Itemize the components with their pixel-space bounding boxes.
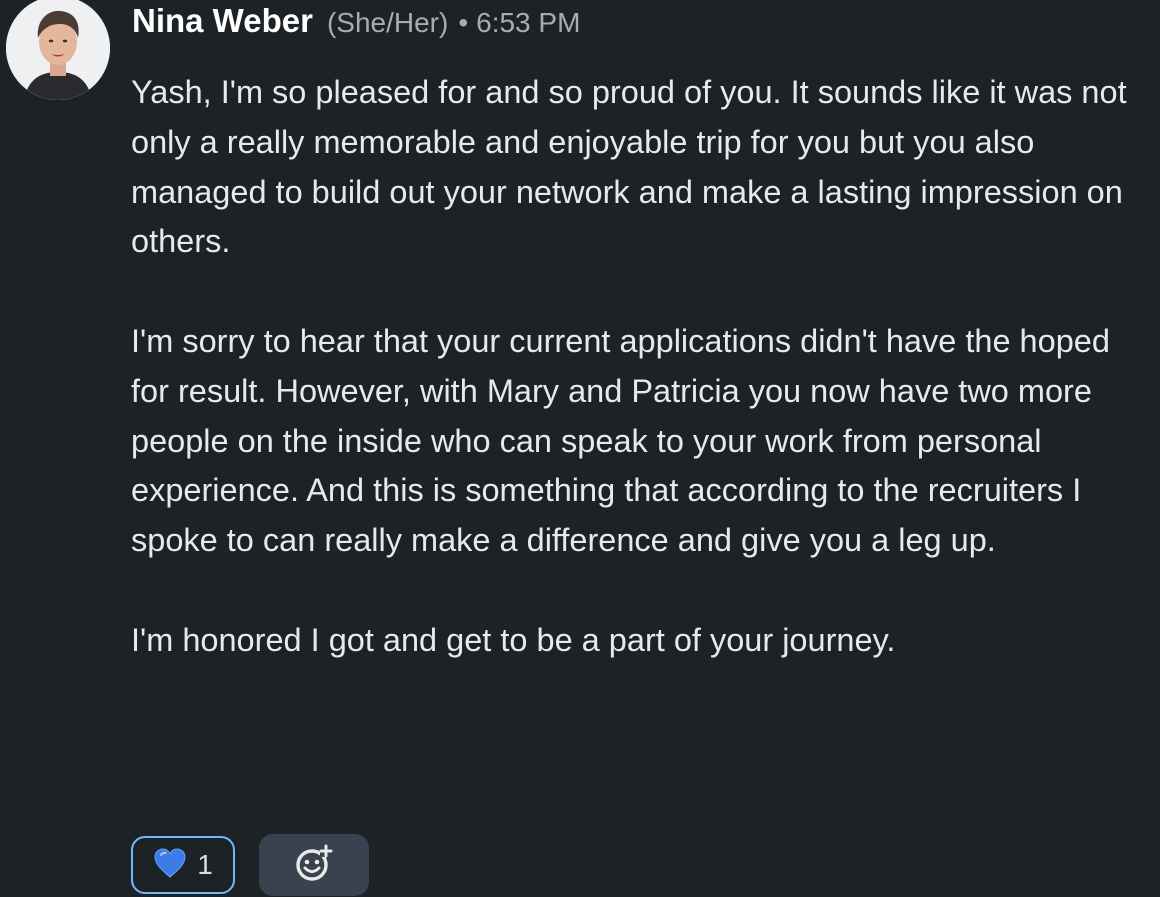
message-paragraph: I'm honored I got and get to be a part o… [131,621,896,658]
message-paragraph: Yash, I'm so pleased for and so proud of… [131,74,1127,260]
sender-pronouns: (She/Her) [326,7,449,38]
message-paragraph: I'm sorry to hear that your current appl… [131,322,1110,559]
blue-heart-icon [153,847,187,884]
message-body: Yash, I'm so pleased for and so proud of… [131,68,1141,666]
reaction-count: 1 [197,849,213,880]
message-header: Nina Weber (She/Her) • 6:53 PM [132,2,580,42]
avatar-photo [6,0,110,100]
add-reaction-button[interactable] [259,834,369,896]
message-timestamp: 6:53 PM [476,7,581,38]
separator-dot: • [458,7,469,38]
sender-name[interactable]: Nina Weber [132,2,313,40]
sender-avatar[interactable] [6,0,110,100]
message-item: Nina Weber (She/Her) • 6:53 PM Yash, I'm… [0,0,1160,897]
heart-reaction-button[interactable]: 1 [131,836,235,894]
add-emoji-icon [294,843,334,888]
reactions-bar: 1 [131,834,369,896]
